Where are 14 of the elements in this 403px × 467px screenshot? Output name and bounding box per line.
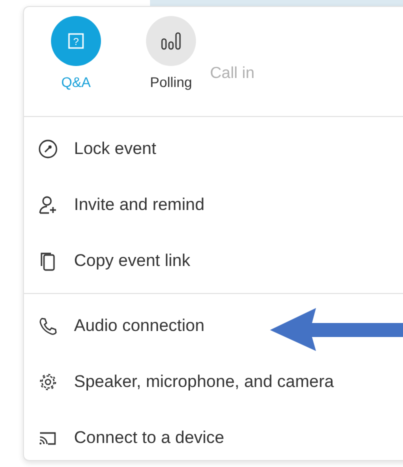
- menu-item[interactable]: Connect to a device: [24, 410, 403, 466]
- lock-icon: [38, 139, 58, 159]
- question-icon: ?: [51, 16, 101, 66]
- menu-item[interactable]: Copy event link: [24, 233, 403, 289]
- menu-item[interactable]: Speaker, microphone, and camera: [24, 354, 403, 410]
- phone-icon: [38, 316, 58, 336]
- bar-chart-icon: [146, 16, 196, 66]
- settings-icon: [38, 372, 58, 392]
- action-button[interactable]: Polling: [139, 16, 203, 116]
- menu-item[interactable]: Invite and remind: [24, 177, 403, 233]
- menu-item[interactable]: Lock event: [24, 121, 403, 177]
- add-person-icon: [38, 195, 58, 215]
- background-label: Call in: [210, 65, 254, 83]
- menu-item[interactable]: Audio connection: [24, 298, 403, 354]
